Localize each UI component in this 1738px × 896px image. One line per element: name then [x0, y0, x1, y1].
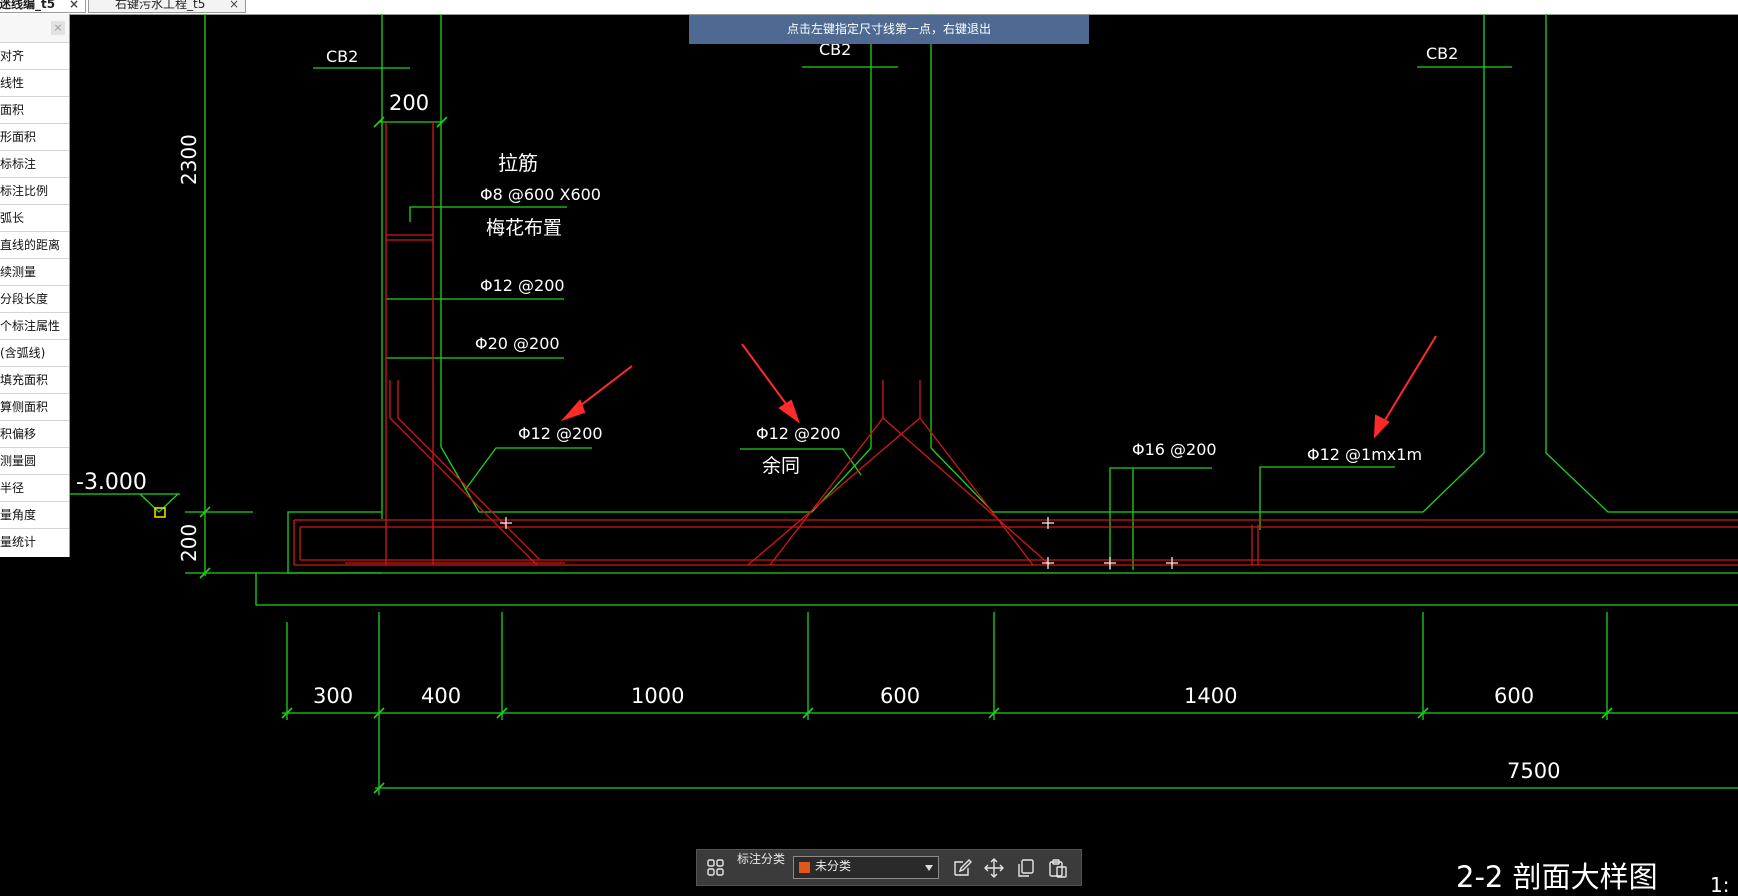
- cb-label: CB2: [326, 47, 358, 66]
- dim-text: 400: [421, 684, 461, 708]
- rebar-label: Φ12 @1mx1m: [1307, 445, 1422, 464]
- command-hint-bar: 点击左键指定尺寸线第一点，右键退出: [689, 15, 1089, 44]
- measure-item[interactable]: 弧长: [0, 204, 69, 231]
- dim-text: 600: [1494, 684, 1534, 708]
- close-icon[interactable]: ×: [69, 0, 79, 12]
- measure-item[interactable]: 算侧面积: [0, 393, 69, 420]
- measure-item[interactable]: (含弧线): [0, 339, 69, 366]
- close-icon[interactable]: ×: [51, 21, 65, 35]
- rebar-label: Φ16 @200: [1132, 440, 1217, 459]
- rebar-label: Φ12 @200: [480, 276, 565, 295]
- dim-text: 300: [313, 684, 353, 708]
- grip-crosses: [500, 517, 1178, 569]
- tab-label: 迷线编_t5: [0, 0, 56, 11]
- measure-item[interactable]: 分段长度: [0, 285, 69, 312]
- document-tab-bar: 迷线编_t5 × 右键污水工程_t5 ×: [0, 0, 1738, 15]
- scale-text: 1:: [1710, 873, 1729, 896]
- paste-icon[interactable]: [1047, 857, 1069, 879]
- measure-item[interactable]: 半径: [0, 474, 69, 501]
- category-select[interactable]: 未分类: [793, 856, 939, 879]
- drawing-text: CB2 CB2 CB2 200 2300 200 -3.000 拉筋 Φ8 @6…: [76, 40, 1729, 896]
- close-icon[interactable]: ×: [209, 0, 239, 12]
- rebar-label: Φ20 @200: [475, 334, 560, 353]
- tab-sewage-project[interactable]: 右键污水工程_t5 ×: [88, 0, 246, 13]
- measure-item[interactable]: 线性: [0, 69, 69, 96]
- panel-header: ×: [0, 14, 69, 42]
- tie-bar-spec: Φ8 @600 X600: [480, 185, 601, 204]
- cad-drawing-canvas[interactable]: CB2 CB2 CB2 200 2300 200 -3.000 拉筋 Φ8 @6…: [0, 14, 1738, 896]
- layers-icon[interactable]: [705, 857, 727, 879]
- rebar-note: 余同: [762, 455, 800, 477]
- dim-text: 1400: [1184, 684, 1237, 708]
- dim-text: 2300: [177, 134, 201, 185]
- measure-item[interactable]: 个标注属性: [0, 312, 69, 339]
- annotation-arrows: [560, 335, 1437, 439]
- cb-label: CB2: [1426, 44, 1458, 63]
- move-icon[interactable]: [983, 857, 1005, 879]
- dim-text: 200: [389, 91, 429, 115]
- tie-bar-title: 拉筋: [498, 151, 538, 175]
- measure-item[interactable]: 形面积: [0, 123, 69, 150]
- tab-label: 右键污水工程_t5: [115, 0, 206, 11]
- chevron-down-icon: [925, 865, 933, 871]
- dim-text: 7500: [1507, 759, 1560, 783]
- measure-item[interactable]: 标注比例: [0, 177, 69, 204]
- measure-item[interactable]: 面积: [0, 96, 69, 123]
- category-color-swatch: [799, 862, 810, 873]
- measure-item[interactable]: 积偏移: [0, 420, 69, 447]
- rebar-label: Φ12 @200: [756, 424, 841, 443]
- measure-item[interactable]: 填充面积: [0, 366, 69, 393]
- dim-text: 1000: [631, 684, 684, 708]
- tie-bar-layout: 梅花布置: [486, 217, 562, 239]
- section-title: 2-2 剖面大样图: [1456, 860, 1658, 894]
- measure-item[interactable]: 量角度: [0, 501, 69, 528]
- measure-item[interactable]: 续测量: [0, 258, 69, 285]
- annotation-toolbar: 标注分类 未分类: [696, 849, 1082, 886]
- rebar-label: Φ12 @200: [518, 424, 603, 443]
- category-select-value: 未分类: [815, 859, 852, 873]
- measure-item[interactable]: 标标注: [0, 150, 69, 177]
- copy-icon[interactable]: [1015, 857, 1037, 879]
- tab-current-drawing[interactable]: 迷线编_t5 ×: [0, 0, 86, 13]
- measure-item[interactable]: 对齐: [0, 42, 69, 69]
- dim-text: 600: [880, 684, 920, 708]
- category-label: 标注分类: [737, 852, 786, 866]
- elevation-text: -3.000: [76, 470, 147, 495]
- dim-text: 200: [177, 524, 201, 562]
- measure-item[interactable]: 直线的距离: [0, 231, 69, 258]
- measure-item[interactable]: 测量圆: [0, 447, 69, 474]
- edit-icon[interactable]: [951, 857, 973, 879]
- measure-tool-panel: × 对齐 线性 面积 形面积 标标注 标注比例 弧长 直线的距离 续测量 分段长…: [0, 14, 70, 557]
- measure-item[interactable]: 量统计: [0, 528, 69, 555]
- green-structure-lines: [70, 14, 1738, 795]
